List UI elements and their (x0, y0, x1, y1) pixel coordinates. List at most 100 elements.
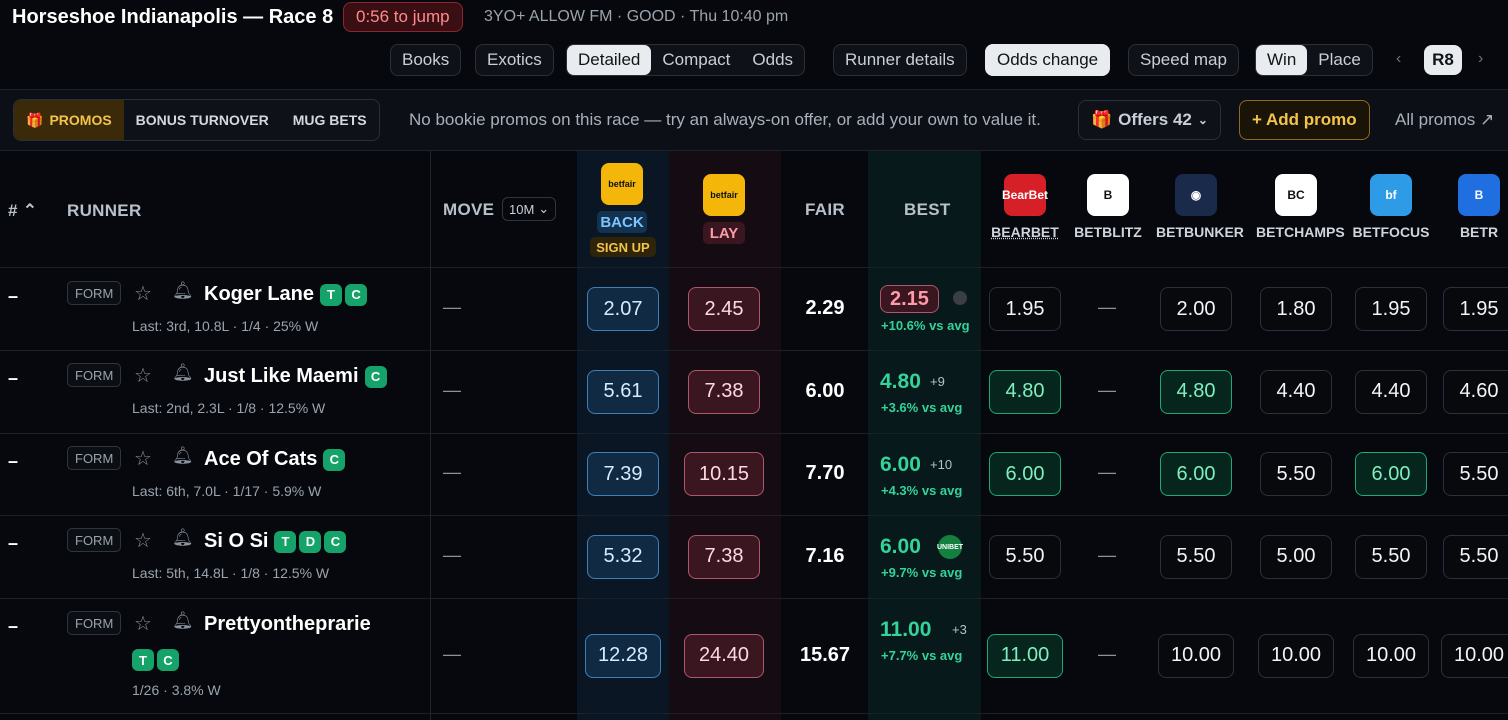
bookmaker-name[interactable]: BETR (1439, 224, 1508, 240)
best-odds[interactable]: 11.00 (880, 618, 931, 642)
odds-change-button[interactable]: Odds change (985, 44, 1111, 76)
book-odds-button[interactable]: 1.95 (1355, 287, 1427, 331)
star-icon[interactable]: ☆ (134, 281, 152, 306)
tab-bonus-turnover[interactable]: BONUS TURNOVER (124, 100, 281, 140)
offers-dropdown[interactable]: 🎁 Offers 42 ⌄ (1078, 100, 1221, 140)
best-vs-avg: +4.3% vs avg (881, 483, 963, 498)
bookmaker-name[interactable]: BETFOCUS (1351, 224, 1431, 240)
form-button[interactable]: FORM (67, 363, 122, 387)
book-odds-button[interactable]: 5.50 (1443, 452, 1508, 496)
lay-odds-button[interactable]: 7.38 (688, 369, 760, 414)
row-divider (0, 350, 1508, 351)
book-odds-button[interactable]: 11.00 (987, 633, 1063, 678)
tab-compact[interactable]: Compact (651, 45, 741, 75)
book-odds-button[interactable]: 4.40 (1355, 369, 1427, 414)
form-button[interactable]: FORM (67, 611, 122, 635)
book-odds-button[interactable]: 6.00 (1355, 452, 1427, 496)
chevron-right-icon[interactable]: › (1478, 50, 1483, 68)
best-odds[interactable]: 2.15 (880, 285, 939, 313)
runner-name[interactable]: Si O Si T D C (204, 530, 347, 553)
runner-name-text: Koger Lane (204, 283, 315, 305)
book-odds-button[interactable]: 1.95 (989, 287, 1061, 331)
runner-name[interactable]: Koger Lane T C (204, 283, 368, 306)
form-button[interactable]: FORM (67, 528, 122, 552)
tab-promos[interactable]: 🎁 PROMOS (14, 100, 124, 140)
book-odds-button[interactable]: 4.60 (1443, 369, 1508, 414)
book-odds-button[interactable]: 1.80 (1260, 287, 1332, 331)
all-promos-link[interactable]: All promos ↗ (1395, 110, 1494, 130)
book-odds-button[interactable]: 10.00 (1353, 633, 1429, 678)
star-icon[interactable]: ☆ (134, 611, 152, 636)
book-odds-button[interactable]: 4.40 (1260, 369, 1332, 414)
book-odds-button[interactable]: 2.00 (1160, 287, 1232, 331)
runner-name[interactable]: Just Like Maemi C (204, 365, 387, 388)
tab-mug-bets[interactable]: MUG BETS (281, 100, 379, 140)
lay-odds-button[interactable]: 10.15 (684, 452, 764, 496)
runner-details-button[interactable]: Runner details (833, 44, 967, 76)
chevron-left-icon[interactable]: ‹ (1396, 50, 1401, 68)
bell-icon[interactable]: 🔔︎ (172, 446, 194, 466)
runner-name[interactable]: Prettyontheprarie (204, 613, 371, 636)
back-odds-button[interactable]: 5.61 (587, 369, 659, 414)
tab-win[interactable]: Win (1256, 45, 1308, 75)
book-odds-button[interactable]: 5.50 (1355, 534, 1427, 579)
best-odds[interactable]: 6.00 (880, 535, 921, 559)
tab-odds[interactable]: Odds (741, 45, 804, 75)
runner-number: – (8, 451, 19, 471)
view-mode-group: Detailed Compact Odds (566, 44, 806, 76)
fair-odds: 7.16 (805, 544, 845, 567)
form-button[interactable]: FORM (67, 446, 122, 470)
bell-icon[interactable]: 🔔︎ (172, 363, 194, 383)
move-window-select[interactable]: 10M ⌄ (502, 197, 557, 221)
book-odds-button[interactable]: 10.00 (1258, 633, 1334, 678)
bell-icon[interactable]: 🔔︎ (172, 281, 194, 301)
book-odds-button[interactable]: 5.50 (989, 534, 1061, 579)
book-odds-button[interactable]: 6.00 (1160, 452, 1232, 496)
move-value: — (443, 462, 461, 482)
star-icon[interactable]: ☆ (134, 446, 152, 471)
tab-place[interactable]: Place (1307, 45, 1372, 75)
book-odds-button[interactable]: 10.00 (1158, 633, 1234, 678)
bookmaker-name[interactable]: BEARBET (985, 224, 1065, 240)
bookmaker-name[interactable]: BETBUNKER (1156, 224, 1244, 240)
book-odds-button[interactable]: 5.50 (1160, 534, 1232, 579)
book-odds-empty: — (1098, 643, 1116, 664)
star-icon[interactable]: ☆ (134, 528, 152, 553)
exotics-button[interactable]: Exotics (475, 44, 554, 76)
bell-icon[interactable]: 🔔︎ (172, 611, 194, 631)
move-value: — (443, 379, 461, 400)
back-odds-button[interactable]: 7.39 (587, 452, 659, 496)
runner-stats: Last: 3rd, 10.8L · 1/4 · 25% W (132, 318, 319, 334)
book-odds-button[interactable]: 10.00 (1441, 633, 1508, 678)
books-button[interactable]: Books (390, 44, 462, 76)
book-odds-button[interactable]: 4.80 (989, 369, 1061, 414)
page-title: Horseshoe Indianapolis — Race 8 (12, 6, 334, 28)
bookmaker-name[interactable]: BETBLITZ (1068, 224, 1148, 240)
speed-map-button[interactable]: Speed map (1128, 44, 1239, 76)
back-odds-button[interactable]: 5.32 (587, 534, 659, 579)
lay-odds-button[interactable]: 24.40 (684, 633, 764, 678)
back-odds-button[interactable]: 2.07 (587, 287, 659, 331)
lay-odds-button[interactable]: 7.38 (688, 534, 760, 579)
bookmaker-name[interactable]: BETCHAMPS (1256, 224, 1345, 240)
signup-badge[interactable]: SIGN UP (590, 237, 656, 257)
book-odds-button[interactable]: 5.00 (1260, 534, 1332, 579)
runner-number: – (8, 368, 19, 388)
runner-name[interactable]: Ace Of Cats C (204, 448, 346, 471)
form-button[interactable]: FORM (67, 281, 122, 305)
best-odds[interactable]: 4.80 (880, 370, 921, 394)
book-odds-button[interactable]: 5.50 (1260, 452, 1332, 496)
tab-detailed[interactable]: Detailed (567, 45, 652, 75)
book-odds-button[interactable]: 4.80 (1160, 369, 1232, 414)
star-icon[interactable]: ☆ (134, 363, 152, 388)
add-promo-button[interactable]: + Add promo (1239, 100, 1370, 140)
book-odds-button[interactable]: 5.50 (1443, 534, 1508, 579)
book-odds-button[interactable]: 1.95 (1443, 287, 1508, 331)
num-header[interactable]: # ⌃ (8, 201, 37, 221)
lay-odds-button[interactable]: 2.45 (688, 287, 760, 331)
race-selector[interactable]: R8 (1424, 45, 1462, 75)
back-odds-button[interactable]: 12.28 (585, 633, 661, 678)
bell-icon[interactable]: 🔔︎ (172, 528, 194, 548)
best-odds[interactable]: 6.00 (880, 453, 921, 477)
book-odds-button[interactable]: 6.00 (989, 452, 1061, 496)
